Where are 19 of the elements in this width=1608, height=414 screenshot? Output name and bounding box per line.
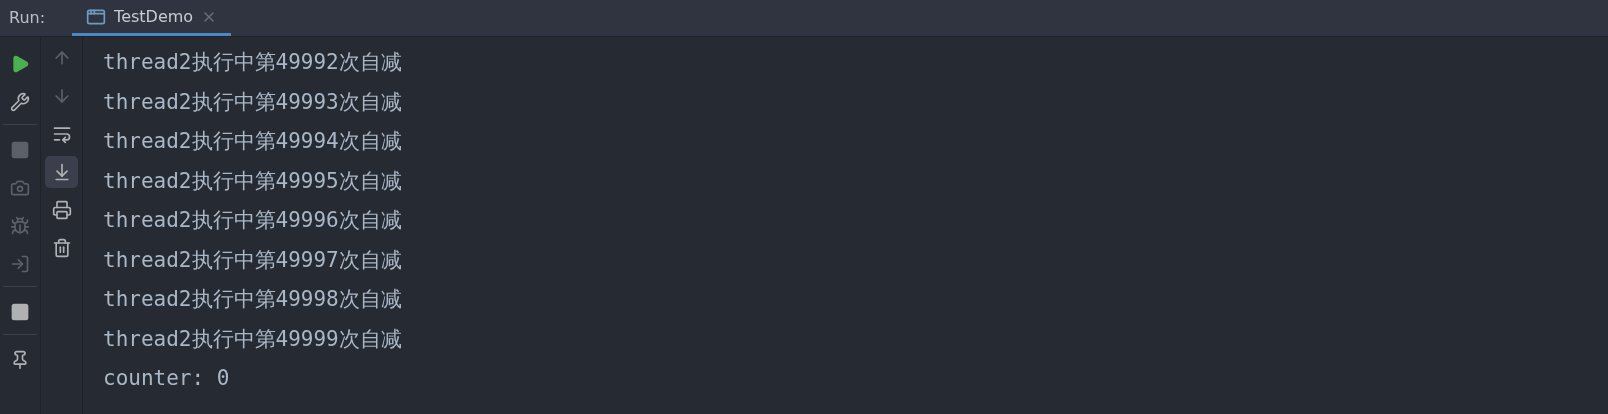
printer-icon xyxy=(51,200,72,220)
console-line: thread2执行中第49998次自减 xyxy=(103,286,403,313)
pin-icon[interactable] xyxy=(10,350,30,370)
console-line: thread2执行中第49994次自减 xyxy=(103,128,403,155)
console-line: thread2执行中第49992次自减 xyxy=(103,49,403,76)
tab-label: TestDemo xyxy=(114,5,194,28)
console-line: thread2执行中第49999次自减 xyxy=(103,325,403,353)
console-line: thread2执行中第49993次自减 xyxy=(103,88,403,116)
wrap-icon xyxy=(51,124,72,144)
console-line: counter: 0 xyxy=(103,365,231,392)
trash-icon xyxy=(51,238,72,258)
run-icon[interactable] xyxy=(10,54,30,74)
console-line: thread2执行中第49997次自减 xyxy=(103,246,403,274)
tab[interactable]: TestDemo xyxy=(72,0,232,36)
wrench-icon[interactable] xyxy=(10,92,30,112)
console-line: thread2执行中第49995次自减 xyxy=(103,167,403,195)
console-line: thread2执行中第49996次自减 xyxy=(103,207,403,234)
tool-window-label: Run: xyxy=(9,7,46,29)
scroll-to-end-button[interactable] xyxy=(45,156,78,188)
